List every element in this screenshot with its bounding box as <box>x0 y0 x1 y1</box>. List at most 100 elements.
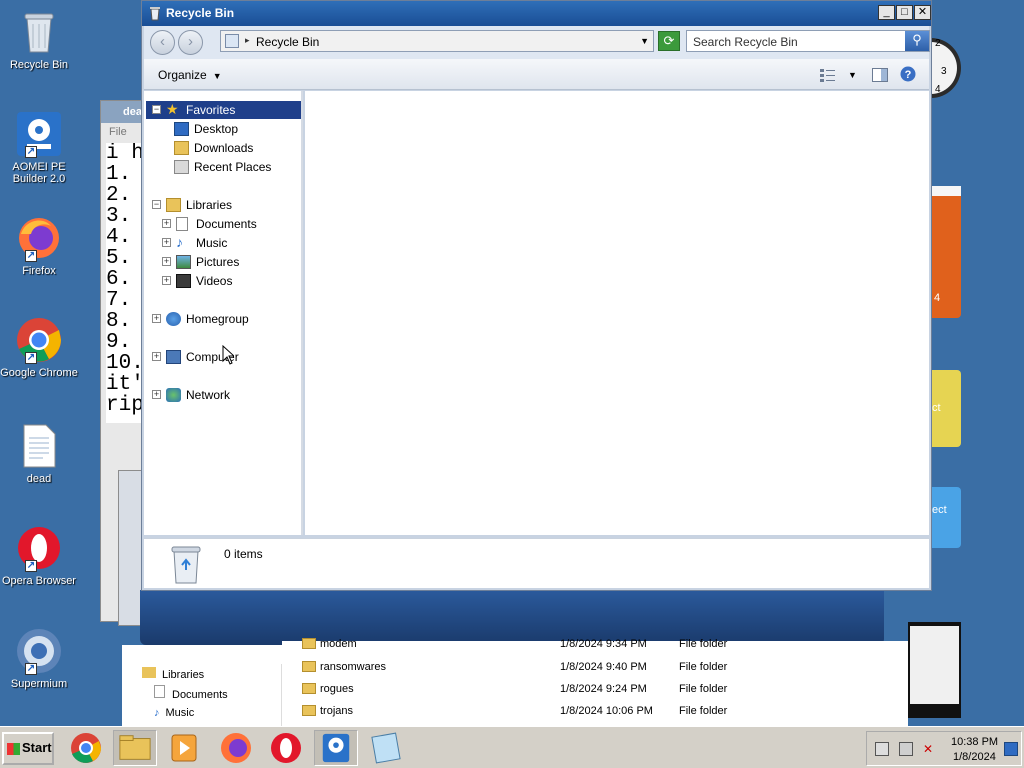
shortcut-arrow-icon: ↗ <box>25 663 37 675</box>
tree-label: Desktop <box>194 122 239 136</box>
tree-label: Recent Places <box>194 160 272 174</box>
tree-label: Homegroup <box>186 312 249 326</box>
search-box[interactable]: Search Recycle Bin ⚲ <box>686 30 930 52</box>
text-file-icon <box>15 422 63 470</box>
tree-label: Videos <box>196 274 233 288</box>
address-dropdown-icon[interactable]: ▼ <box>640 36 649 46</box>
blue-gadget: ect <box>932 487 961 548</box>
title-bar[interactable]: Recycle Bin _ □ ✕ <box>142 1 931 26</box>
tree-label: Music <box>196 236 228 250</box>
desktop-icon-recycle-bin[interactable]: Recycle Bin <box>0 8 78 71</box>
minimize-button[interactable]: _ <box>878 5 895 20</box>
folder-icon <box>302 661 316 672</box>
show-desktop-icon[interactable] <box>1004 742 1018 756</box>
calendar-gadget: 4 <box>932 186 961 318</box>
desktop-icon-chrome[interactable]: ↗ Google Chrome <box>0 316 78 379</box>
tree-label: Network <box>186 388 231 402</box>
expand-icon[interactable]: + <box>152 390 161 399</box>
firefox-icon: ↗ <box>15 214 63 262</box>
sticky-gadget: ct <box>932 370 961 447</box>
back-button[interactable]: ‹ <box>150 30 175 55</box>
chevron-down-icon: ▼ <box>212 71 222 81</box>
expand-icon[interactable]: + <box>162 219 171 228</box>
file-row[interactable]: ransomwares 1/8/2024 9:40 PM File folder <box>282 656 908 678</box>
close-button[interactable]: ✕ <box>914 5 931 20</box>
start-button[interactable]: Start <box>2 732 54 765</box>
taskbar: Start ✕ 10:38 PM 1/8/2024 <box>0 726 1024 768</box>
tree-item-favorites[interactable]: − ★ Favorites <box>146 101 301 119</box>
desktop-icon-aomei[interactable]: ↗ AOMEI PE Builder 2.0 <box>0 110 78 185</box>
file-list-area[interactable] <box>305 91 929 535</box>
taskbar-media-player-icon[interactable] <box>162 730 206 766</box>
bg-nav-libraries[interactable]: Libraries <box>142 666 204 684</box>
help-icon[interactable]: ? <box>900 66 916 82</box>
desktop-icon-label: Firefox <box>22 265 56 277</box>
expand-icon[interactable]: + <box>152 314 161 323</box>
desktop-icon-dead[interactable]: dead <box>0 422 78 485</box>
desktop-icon-label: Recycle Bin <box>9 59 69 71</box>
volume-muted-icon[interactable]: ✕ <box>923 742 937 756</box>
expand-icon[interactable]: + <box>152 352 161 361</box>
folder-icon <box>302 638 316 649</box>
forward-button[interactable]: › <box>178 30 203 55</box>
taskbar-notepad-icon[interactable] <box>364 730 408 766</box>
music-icon: ♪ <box>176 234 183 250</box>
bg-nav-music[interactable]: ♪ Music <box>154 704 194 722</box>
organize-label: Organize <box>158 68 207 82</box>
address-bar[interactable]: ▸ Recycle Bin ▼ <box>220 30 654 52</box>
expand-icon[interactable]: + <box>162 276 171 285</box>
file-row[interactable]: modem 1/8/2024 9:34 PM File folder <box>282 633 908 655</box>
music-icon: ♪ <box>154 707 160 719</box>
start-label: Start <box>22 740 52 755</box>
computer-icon <box>166 350 181 364</box>
desktop-icon-label: Google Chrome <box>0 367 78 379</box>
desktop-icon-label: Opera Browser <box>2 575 76 587</box>
taskbar-firefox-icon[interactable] <box>214 730 258 766</box>
svg-text:2: 2 <box>935 38 941 49</box>
search-icon[interactable]: ⚲ <box>905 31 929 51</box>
svg-text:4: 4 <box>935 84 941 95</box>
notepad-file-menu[interactable]: File <box>109 126 127 138</box>
file-row[interactable]: rogues 1/8/2024 9:24 PM File folder <box>282 678 908 700</box>
tree-label: Pictures <box>196 255 240 269</box>
search-input[interactable]: Search Recycle Bin <box>693 35 798 49</box>
bg-nav-documents[interactable]: Documents <box>154 685 228 703</box>
tree-label: Libraries <box>186 198 233 212</box>
action-center-icon[interactable] <box>899 742 913 756</box>
network-warning-icon[interactable] <box>875 742 889 756</box>
expand-icon[interactable]: + <box>162 257 171 266</box>
file-row[interactable]: trojans 1/8/2024 10:06 PM File folder <box>282 700 908 722</box>
recycle-bin-window[interactable]: Recycle Bin _ □ ✕ ‹ › ▸ Recycle Bin ▼ ⟳ … <box>141 0 932 591</box>
desktop-icon-label: dead <box>26 473 52 485</box>
expand-icon[interactable]: + <box>162 238 171 247</box>
taskbar-explorer-icon[interactable] <box>113 730 157 766</box>
clock-date[interactable]: 1/8/2024 <box>953 751 996 763</box>
clock-gadget: 2 3 4 <box>931 38 961 98</box>
recycle-bin-icon <box>15 8 63 56</box>
maximize-button[interactable]: □ <box>896 5 913 20</box>
tree-label: Favorites <box>186 103 236 117</box>
videos-icon <box>176 274 191 288</box>
desktop-icon-opera[interactable]: ↗ Opera Browser <box>0 524 78 587</box>
collapse-icon[interactable]: − <box>152 200 161 209</box>
taskbar-chrome-icon[interactable] <box>64 730 108 766</box>
desktop-icon-supermium[interactable]: ↗ Supermium <box>0 627 78 690</box>
clock-time[interactable]: 10:38 PM <box>951 736 998 748</box>
organize-button[interactable]: Organize ▼ <box>158 68 222 82</box>
taskbar-opera-icon[interactable] <box>264 730 308 766</box>
details-pane: 0 items <box>144 538 929 588</box>
view-dropdown-icon[interactable]: ▼ <box>848 70 857 80</box>
desktop-icon-firefox[interactable]: ↗ Firefox <box>0 214 78 277</box>
breadcrumb-arrow-icon[interactable]: ▸ <box>245 35 250 46</box>
svg-text:?: ? <box>905 69 912 81</box>
refresh-button[interactable]: ⟳ <box>658 31 680 51</box>
taskbar-aomei-icon[interactable] <box>314 730 358 766</box>
preview-pane-icon[interactable] <box>872 68 888 82</box>
notepad-title: dea <box>123 106 142 118</box>
collapse-icon[interactable]: − <box>152 105 161 114</box>
blue-gadget-text: ect <box>932 504 947 516</box>
view-options-icon[interactable] <box>820 68 836 82</box>
pictures-icon <box>176 255 191 269</box>
shortcut-arrow-icon: ↗ <box>25 146 37 158</box>
notepad-text-area[interactable]: i h 1. 2. 3. 4. 5. 6. 7. 8. 9. 10. it' r… <box>106 143 146 423</box>
